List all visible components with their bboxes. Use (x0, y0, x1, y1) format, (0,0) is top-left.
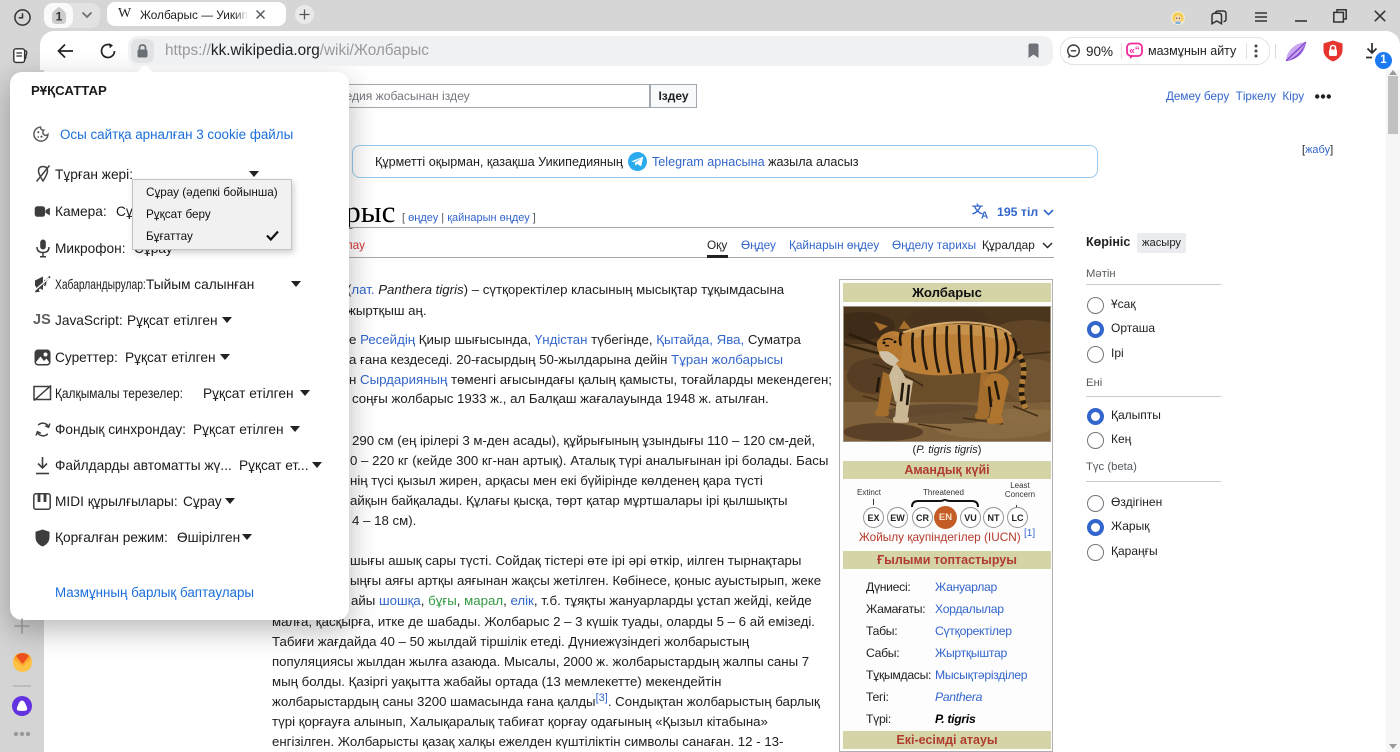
svg-text:1: 1 (56, 10, 63, 24)
svg-text:«“: «“ (1129, 46, 1140, 57)
svg-text:A: A (981, 211, 988, 220)
